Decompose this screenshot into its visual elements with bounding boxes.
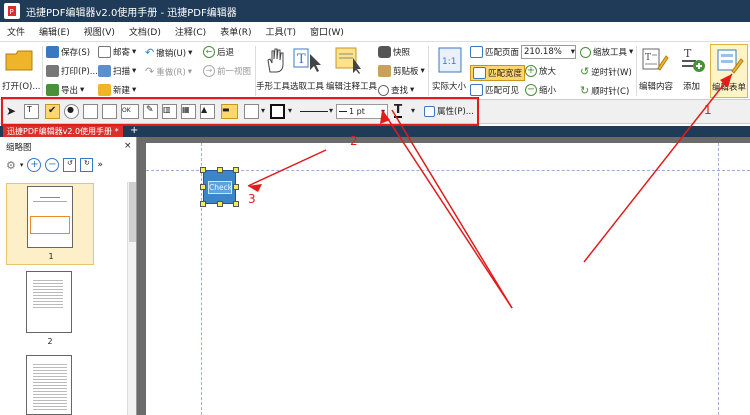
annotation-number-3: 3 <box>248 192 256 206</box>
arrow-to-toolbar-left <box>391 109 513 309</box>
arrow-to-field <box>247 149 327 187</box>
arrow-to-toolbar-right <box>381 109 513 309</box>
annotation-number-2: 2 <box>350 134 358 148</box>
annotation-number-1: 1 <box>704 103 712 117</box>
arrowhead <box>380 110 390 124</box>
annotation-arrows <box>247 73 733 309</box>
